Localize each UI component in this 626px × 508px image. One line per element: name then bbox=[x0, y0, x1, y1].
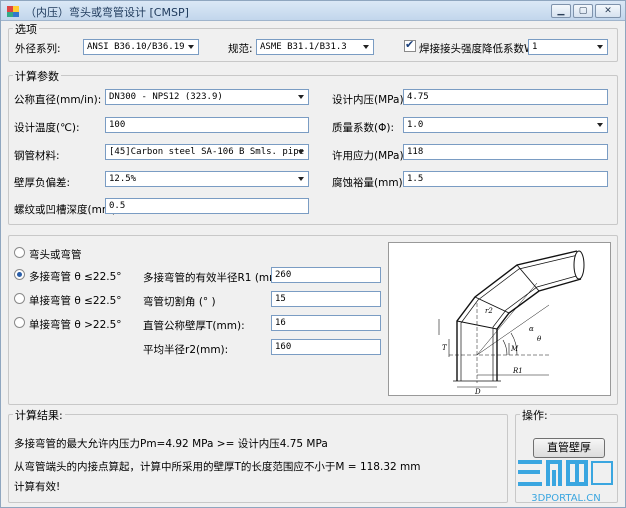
quality-factor-label: 质量系数(Φ): bbox=[332, 122, 394, 134]
watermark-logo: 3DPORTAL.CN bbox=[518, 460, 613, 504]
mean-radius-input[interactable]: 160 bbox=[271, 339, 381, 355]
weld-factor-label: 焊接接头强度降低系数W: bbox=[419, 43, 538, 55]
window-title: （内压）弯头或弯管设计 [CMSP] bbox=[25, 6, 189, 19]
results-legend: 计算结果: bbox=[13, 407, 65, 423]
cut-angle-label: 弯管切割角 (° ) bbox=[143, 296, 216, 308]
diagram-label-theta: θ bbox=[537, 335, 542, 343]
nominal-wall-input[interactable]: 16 bbox=[271, 315, 381, 331]
quality-factor-value: 1.0 bbox=[407, 120, 424, 130]
outer-diameter-series-label: 外径系列: bbox=[15, 43, 61, 55]
allowable-stress-input[interactable]: 118 bbox=[403, 144, 608, 160]
wall-tolerance-dropdown[interactable]: 12.5% bbox=[105, 171, 309, 187]
chevron-down-icon bbox=[597, 45, 603, 49]
outer-diameter-series-value: ANSI B36.10/B36.19 bbox=[87, 42, 185, 52]
diagram-label-d: D bbox=[474, 388, 481, 395]
radio-selected-dot bbox=[17, 272, 22, 277]
weld-factor-value: 1 bbox=[532, 42, 538, 52]
design-pressure-input[interactable]: 4.75 bbox=[403, 89, 608, 105]
code-value: ASME B31.1/B31.3 bbox=[260, 42, 347, 52]
result-line-1: 多接弯管的最大允许内压力Pm=4.92 MPa >= 设计内压4.75 MPa bbox=[14, 438, 328, 450]
chevron-down-icon bbox=[298, 150, 304, 154]
thread-depth-label: 螺纹或凹槽深度(mm): bbox=[14, 204, 120, 216]
chevron-down-icon bbox=[597, 123, 603, 127]
straight-wall-button[interactable]: 直管壁厚 bbox=[533, 438, 605, 458]
minimize-icon: ▁ bbox=[557, 6, 565, 16]
minimize-button[interactable]: ▁ bbox=[551, 4, 571, 18]
wall-tolerance-label: 壁厚负偏差: bbox=[14, 177, 71, 189]
pipe-material-label: 钢管材料: bbox=[14, 150, 60, 162]
options-legend: 选项 bbox=[13, 21, 39, 37]
design-temp-input[interactable]: 100 bbox=[105, 117, 309, 133]
quality-factor-dropdown[interactable]: 1.0 bbox=[403, 117, 608, 133]
diagram-label-m: M bbox=[510, 345, 519, 353]
mitre-bend-diagram: D R1 T M α θ r2 bbox=[388, 242, 611, 396]
nominal-diameter-label: 公称直径(mm/in): bbox=[14, 94, 102, 106]
radio-multi-small[interactable] bbox=[14, 269, 25, 280]
code-label: 规范: bbox=[228, 43, 253, 55]
corrosion-input[interactable]: 1.5 bbox=[403, 171, 608, 187]
maximize-icon: ▢ bbox=[578, 6, 588, 16]
radio-elbow[interactable] bbox=[14, 247, 25, 258]
maximize-button[interactable]: ▢ bbox=[573, 4, 593, 18]
chevron-down-icon bbox=[188, 45, 194, 49]
wall-tolerance-value: 12.5% bbox=[109, 174, 137, 184]
result-line-3: 计算有效! bbox=[14, 481, 61, 493]
result-line-2: 从弯管端头的内接点算起，计算中所采用的壁厚T的长度范围应不小于M = 118.3… bbox=[14, 461, 421, 473]
radio-multi-small-label: 多接弯管 θ ≤22.5° bbox=[29, 271, 122, 283]
pipe-material-dropdown[interactable]: [45]Carbon steel SA-106 B Smls. pipe bbox=[105, 144, 309, 160]
design-pressure-label: 设计内压(MPa): bbox=[332, 94, 408, 106]
nominal-diameter-dropdown[interactable]: DN300 - NPS12 (323.9) bbox=[105, 89, 309, 105]
app-window: （内压）弯头或弯管设计 [CMSP] ▁ ▢ ✕ 选项 外径系列: ANSI B… bbox=[0, 0, 626, 508]
diagram-label-t: T bbox=[442, 344, 448, 352]
app-icon bbox=[7, 6, 19, 17]
pipe-material-value: [45]Carbon steel SA-106 B Smls. pipe bbox=[109, 147, 305, 157]
weld-factor-checkbox[interactable]: ✔ bbox=[404, 38, 416, 52]
radio-single-large-label: 单接弯管 θ >22.5° bbox=[29, 319, 122, 331]
allowable-stress-label: 许用应力(MPa): bbox=[332, 150, 408, 162]
checkmark-icon: ✔ bbox=[405, 38, 415, 51]
radio-single-small[interactable] bbox=[14, 293, 25, 304]
mean-radius-label: 平均半径r2(mm): bbox=[143, 344, 229, 356]
radio-elbow-label: 弯头或弯管 bbox=[29, 249, 82, 261]
diagram-label-r2: r2 bbox=[485, 307, 493, 315]
diagram-label-alpha: α bbox=[529, 325, 534, 333]
actions-legend: 操作: bbox=[520, 407, 550, 423]
chevron-down-icon bbox=[363, 45, 369, 49]
close-icon: ✕ bbox=[604, 6, 612, 16]
nominal-diameter-value: DN300 - NPS12 (323.9) bbox=[109, 92, 223, 102]
chevron-down-icon bbox=[298, 95, 304, 99]
watermark-text: 3DPORTAL.CN bbox=[531, 493, 601, 504]
params-legend: 计算参数 bbox=[13, 68, 61, 84]
radio-single-small-label: 单接弯管 θ ≤22.5° bbox=[29, 295, 122, 307]
mitre-bend-drawing: D R1 T M α θ r2 bbox=[438, 250, 585, 396]
thread-depth-input[interactable]: 0.5 bbox=[105, 198, 309, 214]
corrosion-label: 腐蚀裕量(mm): bbox=[332, 177, 407, 189]
outer-diameter-series-dropdown[interactable]: ANSI B36.10/B36.19 bbox=[83, 39, 199, 55]
nominal-wall-label: 直管公称壁厚T(mm): bbox=[143, 320, 245, 332]
diagram-label-r1: R1 bbox=[512, 367, 523, 375]
design-temp-label: 设计温度(℃): bbox=[14, 122, 80, 134]
close-button[interactable]: ✕ bbox=[595, 4, 621, 18]
cut-angle-input[interactable]: 15 bbox=[271, 291, 381, 307]
chevron-down-icon bbox=[298, 177, 304, 181]
radius-input[interactable]: 260 bbox=[271, 267, 381, 283]
title-bar[interactable]: （内压）弯头或弯管设计 [CMSP] ▁ ▢ ✕ bbox=[1, 1, 625, 21]
radio-single-large[interactable] bbox=[14, 317, 25, 328]
weld-factor-dropdown[interactable]: 1 bbox=[528, 39, 608, 55]
radius-label: 多接弯管的有效半径R1 (mm): bbox=[143, 272, 288, 284]
code-dropdown[interactable]: ASME B31.1/B31.3 bbox=[256, 39, 374, 55]
